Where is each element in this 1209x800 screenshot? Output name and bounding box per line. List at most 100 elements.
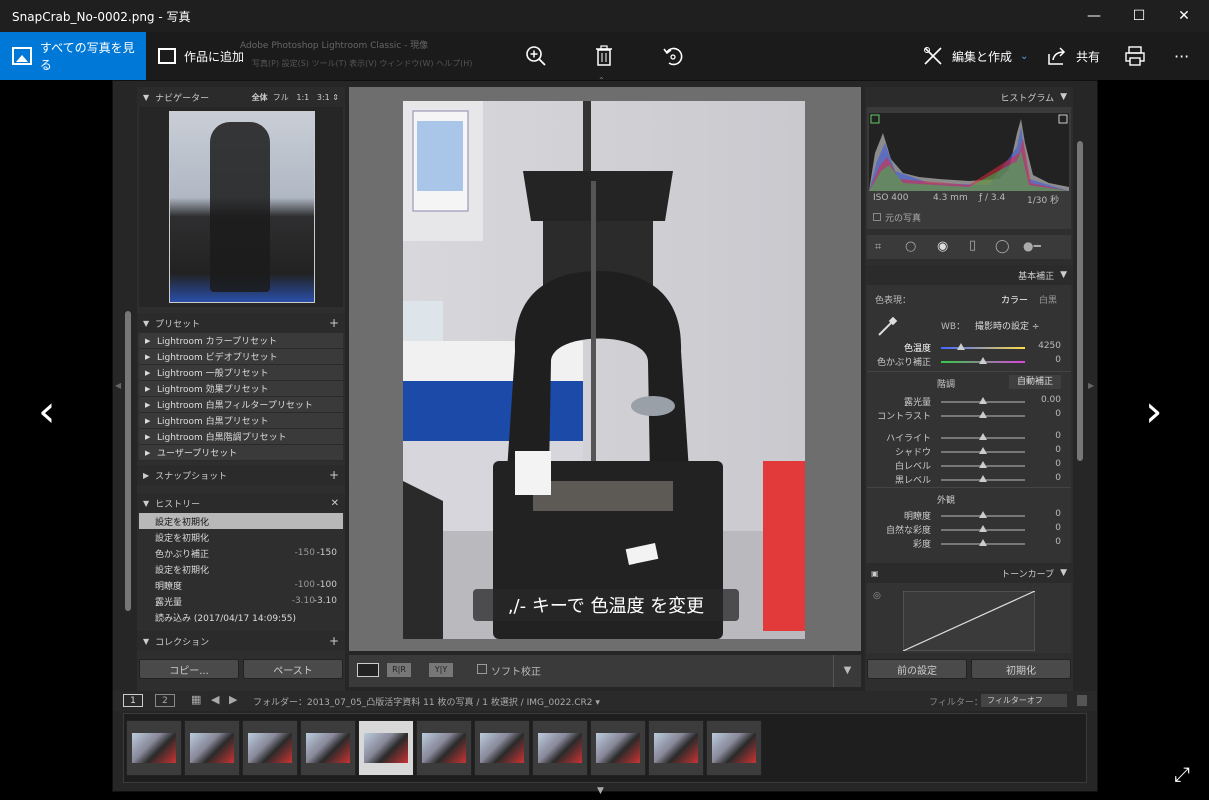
- window-2-button[interactable]: 2: [155, 694, 175, 707]
- red-eye-icon[interactable]: ◉: [937, 239, 948, 254]
- slider-value[interactable]: 0: [1031, 409, 1061, 419]
- filter-select[interactable]: フィルターオフ: [981, 694, 1067, 707]
- forward-arrow-icon[interactable]: ▶: [229, 693, 237, 706]
- collections-header[interactable]: ▼ コレクション +: [137, 631, 345, 651]
- main-photo[interactable]: ,/- キーで 色温度 を変更: [403, 101, 805, 639]
- adjust-slider[interactable]: コントラスト 0: [867, 409, 1071, 423]
- temp-value[interactable]: 4250: [1031, 341, 1061, 351]
- basic-header[interactable]: 基本補正 ▼: [865, 265, 1073, 285]
- soft-proof-checkbox[interactable]: [477, 664, 487, 674]
- minimize-button[interactable]: —: [1071, 0, 1117, 32]
- left-scrollbar[interactable]: [125, 311, 131, 611]
- clear-history-icon[interactable]: ✕: [331, 498, 339, 509]
- edit-create-button[interactable]: 編集と作成 ⌄: [922, 32, 1028, 80]
- previous-settings-button[interactable]: 前の設定: [867, 659, 967, 679]
- toolbar-menu-icon[interactable]: ▼: [833, 655, 861, 687]
- navigator-thumbnail[interactable]: [169, 111, 315, 303]
- zoom-3-1[interactable]: 3:1: [317, 93, 330, 102]
- top-handle-icon[interactable]: ⌃: [598, 76, 605, 85]
- filmstrip-thumbnail[interactable]: [184, 720, 240, 776]
- slider-value[interactable]: 0: [1031, 537, 1061, 547]
- adjust-slider[interactable]: 露光量 0.00: [867, 395, 1071, 409]
- print-button[interactable]: [1124, 32, 1146, 80]
- previous-arrow-icon[interactable]: ‹: [38, 390, 56, 434]
- slider-knob[interactable]: [979, 461, 987, 468]
- history-item[interactable]: 読み込み (2017/04/17 14:09:55): [139, 609, 343, 625]
- share-button[interactable]: 共有: [1046, 32, 1100, 80]
- radial-filter-icon[interactable]: ◯: [995, 239, 1010, 254]
- history-item[interactable]: 明瞭度 -100 -100: [139, 577, 343, 593]
- history-item[interactable]: 露光量 -3.10 -3.10: [139, 593, 343, 609]
- filmstrip-thumbnail[interactable]: [242, 720, 298, 776]
- wb-select[interactable]: 撮影時の設定 ÷: [975, 319, 1039, 332]
- filmstrip-thumbnail[interactable]: [706, 720, 762, 776]
- grid-icon[interactable]: ▦: [191, 693, 201, 706]
- filmstrip-thumbnail[interactable]: [590, 720, 646, 776]
- filmstrip-thumbnail[interactable]: [648, 720, 704, 776]
- before-after-rr-button[interactable]: R|R: [387, 663, 411, 677]
- filmstrip-thumbnail[interactable]: [416, 720, 472, 776]
- folder-info[interactable]: フォルダー：2013_07_05_凸版活字資料 11 枚の写真 / 1 枚選択 …: [253, 695, 600, 708]
- adjust-slider[interactable]: 明瞭度 0: [867, 509, 1071, 523]
- auto-tone-button[interactable]: 自動補正: [1009, 375, 1061, 389]
- filmstrip-thumbnail[interactable]: [358, 720, 414, 776]
- slider-value[interactable]: 0: [1031, 459, 1061, 469]
- copy-button[interactable]: コピー...: [139, 659, 239, 679]
- slider-knob[interactable]: [979, 511, 987, 518]
- filmstrip-thumbnail[interactable]: [300, 720, 356, 776]
- slider-knob[interactable]: [979, 397, 987, 404]
- spot-removal-icon[interactable]: ○: [905, 239, 916, 254]
- slider-value[interactable]: 0: [1031, 473, 1061, 483]
- presets-header[interactable]: ▼ プリセット +: [137, 313, 345, 333]
- history-item[interactable]: 設定を初期化: [139, 529, 343, 545]
- close-button[interactable]: ✕: [1161, 0, 1207, 32]
- slider-knob[interactable]: [979, 525, 987, 532]
- preset-item[interactable]: ▶ Lightroom 一般プリセット: [139, 365, 343, 381]
- target-adjust-icon[interactable]: ◎: [873, 591, 881, 601]
- filter-lock-icon[interactable]: [1077, 695, 1087, 706]
- filmstrip-thumbnail[interactable]: [532, 720, 588, 776]
- tone-curve-header[interactable]: ▣ トーンカーブ ▼: [865, 563, 1073, 583]
- navigator-header[interactable]: ▼ ナビゲーター 全体 フル 1:1 3:1 ⇕: [137, 87, 345, 107]
- adjustment-brush-icon[interactable]: ●━: [1023, 239, 1041, 253]
- history-item[interactable]: 設定を初期化: [139, 513, 343, 529]
- window-1-button[interactable]: 1: [123, 694, 143, 707]
- preset-item[interactable]: ▶ Lightroom ビデオプリセット: [139, 349, 343, 365]
- crop-tool-icon[interactable]: ⌗: [875, 240, 881, 254]
- slider-knob[interactable]: [979, 447, 987, 454]
- slider-knob[interactable]: [979, 539, 987, 546]
- tone-curve-toggle-icon[interactable]: ▣: [871, 569, 879, 578]
- left-panel-toggle-icon[interactable]: ◀: [115, 381, 121, 390]
- preset-item[interactable]: ▶ Lightroom 白黒階調プリセット: [139, 429, 343, 445]
- temp-knob[interactable]: [957, 343, 965, 350]
- history-item[interactable]: 色かぶり補正 -150 -150: [139, 545, 343, 561]
- history-header[interactable]: ▼ ヒストリー ✕: [137, 493, 345, 513]
- adjust-slider[interactable]: シャドウ 0: [867, 445, 1071, 459]
- temp-slider[interactable]: 色温度 4250: [867, 341, 1071, 355]
- preset-item[interactable]: ▶ Lightroom 効果プリセット: [139, 381, 343, 397]
- bottom-chevron-icon[interactable]: ▼: [597, 786, 604, 796]
- graduated-filter-icon[interactable]: ▯: [969, 238, 976, 253]
- loupe-view-icon[interactable]: [357, 663, 379, 677]
- histogram-header[interactable]: ヒストグラム ▼: [865, 87, 1073, 107]
- zoom-fit[interactable]: 全体: [252, 93, 268, 102]
- before-after-yy-button[interactable]: Y|Y: [429, 663, 453, 677]
- add-snapshot-icon[interactable]: +: [329, 468, 339, 482]
- treatment-bw[interactable]: 白黒: [1039, 293, 1057, 306]
- paste-button[interactable]: ペースト: [243, 659, 343, 679]
- slider-knob[interactable]: [979, 433, 987, 440]
- more-button[interactable]: ···: [1174, 32, 1189, 80]
- rotate-button[interactable]: [661, 32, 685, 80]
- right-panel-toggle-icon[interactable]: ▶: [1088, 381, 1094, 390]
- adjust-slider[interactable]: 彩度 0: [867, 537, 1071, 551]
- temp-track[interactable]: [941, 347, 1025, 349]
- add-collection-icon[interactable]: +: [329, 634, 339, 648]
- right-scrollbar[interactable]: [1077, 141, 1083, 461]
- tint-slider[interactable]: 色かぶり補正 0: [867, 355, 1071, 369]
- snapshots-header[interactable]: ▶ スナップショット +: [137, 465, 345, 485]
- maximize-button[interactable]: ☐: [1116, 0, 1162, 32]
- slider-value[interactable]: 0.00: [1031, 395, 1061, 405]
- original-photo-checkbox[interactable]: [873, 213, 881, 221]
- filmstrip-thumbnail[interactable]: [474, 720, 530, 776]
- tint-value[interactable]: 0: [1031, 355, 1061, 365]
